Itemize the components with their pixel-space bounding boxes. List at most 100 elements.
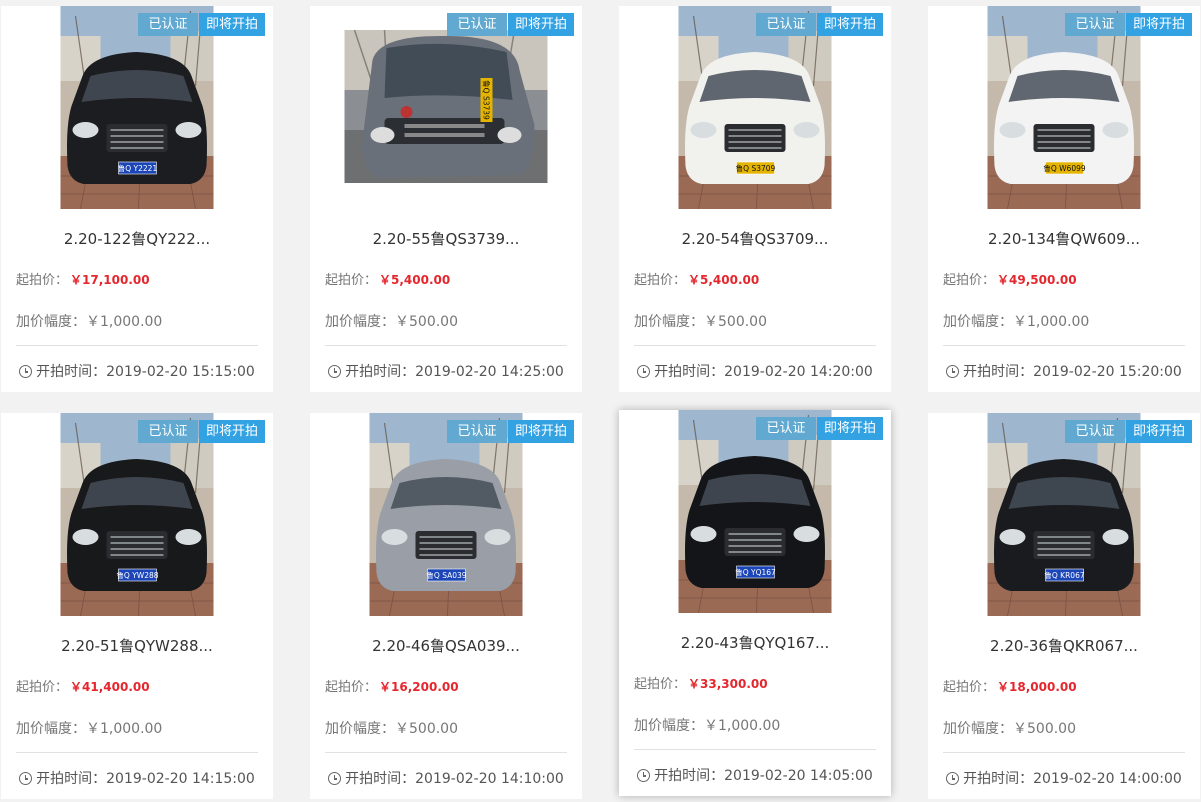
certified-badge: 已认证	[1064, 13, 1125, 36]
certified-badge: 已认证	[137, 420, 198, 443]
increment-label: 加价幅度：	[325, 721, 395, 737]
time-value: 2019-02-20 14:15:00	[106, 771, 255, 787]
start-price-label: 起拍价：	[634, 677, 687, 692]
time-value: 2019-02-20 14:25:00	[415, 364, 564, 380]
status-badge: 即将开拍	[198, 420, 265, 443]
start-price-row: 起拍价： ￥41,400.00	[16, 676, 150, 695]
certified-badge: 已认证	[137, 13, 198, 36]
time-label: 开拍时间：	[345, 364, 416, 380]
start-price-label: 起拍价：	[325, 273, 378, 288]
increment-label: 加价幅度：	[943, 721, 1013, 737]
listing-title[interactable]: 2.20-51鲁QYW288...	[1, 635, 273, 656]
time-value: 2019-02-20 15:15:00	[106, 364, 255, 380]
svg-text:鲁Q Y2221: 鲁Q Y2221	[118, 163, 158, 173]
start-price-row: 起拍价： ￥5,400.00	[325, 269, 450, 288]
time-label: 开拍时间：	[36, 364, 107, 380]
svg-text:鲁Q S3739: 鲁Q S3739	[482, 80, 492, 120]
time-value: 2019-02-20 14:00:00	[1033, 771, 1182, 787]
listing-title[interactable]: 2.20-36鲁QKR067...	[928, 635, 1200, 656]
start-price-row: 起拍价： ￥33,300.00	[634, 673, 768, 692]
start-price-value: ￥18,000.00	[997, 680, 1077, 694]
car-photo[interactable]: 鲁Q Y2221	[60, 6, 214, 209]
start-price-row: 起拍价： ￥17,100.00	[16, 269, 150, 288]
listing-title[interactable]: 2.20-46鲁QSA039...	[310, 635, 582, 656]
car-photo[interactable]: 鲁Q YW288	[60, 413, 214, 616]
listing-card[interactable]: 鲁Q KR067 已认证 即将开拍 2.20-36鲁QKR067... 起拍价：…	[928, 413, 1200, 799]
increment-row: 加价幅度：￥1,000.00	[634, 715, 780, 735]
time-value: 2019-02-20 14:05:00	[724, 768, 873, 784]
increment-value: ￥1,000.00	[86, 314, 163, 330]
status-badge: 即将开拍	[816, 13, 883, 36]
start-price-label: 起拍价：	[16, 680, 69, 695]
status-badge: 即将开拍	[507, 13, 574, 36]
listing-title[interactable]: 2.20-122鲁QY222...	[1, 228, 273, 249]
car-photo[interactable]: 鲁Q W6099	[987, 6, 1141, 209]
car-photo[interactable]: 鲁Q S3709	[678, 6, 832, 209]
time-label: 开拍时间：	[963, 771, 1034, 787]
auction-time-row: 开拍时间：2019-02-20 14:15:00	[1, 768, 273, 788]
increment-row: 加价幅度：￥500.00	[325, 311, 458, 331]
car-photo[interactable]: 鲁Q SA039	[369, 413, 523, 616]
time-label: 开拍时间：	[36, 771, 107, 787]
auction-time-row: 开拍时间：2019-02-20 14:25:00	[310, 361, 582, 381]
time-label: 开拍时间：	[654, 364, 725, 380]
divider	[943, 345, 1185, 346]
divider	[634, 345, 876, 346]
time-value: 2019-02-20 14:20:00	[724, 364, 873, 380]
start-price-value: ￥33,300.00	[688, 677, 768, 691]
increment-value: ￥1,000.00	[86, 721, 163, 737]
listing-title[interactable]: 2.20-43鲁QYQ167...	[619, 632, 891, 653]
listing-card[interactable]: 鲁Q YW288 已认证 即将开拍 2.20-51鲁QYW288... 起拍价：…	[1, 413, 273, 799]
listing-card[interactable]: 鲁Q Y2221 已认证 即将开拍 2.20-122鲁QY222... 起拍价：…	[1, 6, 273, 392]
increment-value: ￥1,000.00	[1013, 314, 1090, 330]
auction-time-row: 开拍时间：2019-02-20 15:15:00	[1, 361, 273, 381]
badge-group: 已认证 即将开拍	[755, 13, 883, 36]
listing-card[interactable]: 鲁Q SA039 已认证 即将开拍 2.20-46鲁QSA039... 起拍价：…	[310, 413, 582, 799]
listing-card[interactable]: 鲁Q S3709 已认证 即将开拍 2.20-54鲁QS3709... 起拍价：…	[619, 6, 891, 392]
increment-value: ￥500.00	[1013, 721, 1076, 737]
listing-title[interactable]: 2.20-134鲁QW609...	[928, 228, 1200, 249]
increment-value: ￥1,000.00	[704, 718, 781, 734]
clock-icon	[328, 772, 342, 785]
start-price-label: 起拍价：	[16, 273, 69, 288]
status-badge: 即将开拍	[1125, 420, 1192, 443]
car-photo[interactable]: 鲁Q YQ167	[678, 410, 832, 613]
listing-card[interactable]: 鲁Q YQ167 已认证 即将开拍 2.20-43鲁QYQ167... 起拍价：…	[619, 410, 891, 796]
start-price-value: ￥5,400.00	[379, 273, 451, 287]
svg-text:鲁Q YQ167: 鲁Q YQ167	[735, 567, 776, 577]
clock-icon	[946, 772, 960, 785]
clock-icon	[19, 772, 33, 785]
start-price-label: 起拍价：	[634, 273, 687, 288]
badge-group: 已认证 即将开拍	[1064, 420, 1192, 443]
auction-time-row: 开拍时间：2019-02-20 14:10:00	[310, 768, 582, 788]
divider	[943, 752, 1185, 753]
car-photo[interactable]: 鲁Q KR067	[987, 413, 1141, 616]
car-photo[interactable]: 鲁Q S3739	[344, 30, 548, 183]
listing-card[interactable]: 鲁Q S3739 已认证 即将开拍 2.20-55鲁QS3739... 起拍价：…	[310, 6, 582, 392]
start-price-row: 起拍价： ￥5,400.00	[634, 269, 759, 288]
increment-row: 加价幅度：￥1,000.00	[16, 311, 162, 331]
auction-time-row: 开拍时间：2019-02-20 15:20:00	[928, 361, 1200, 381]
time-label: 开拍时间：	[963, 364, 1034, 380]
clock-icon	[637, 365, 651, 378]
increment-row: 加价幅度：￥1,000.00	[16, 718, 162, 738]
start-price-value: ￥16,200.00	[379, 680, 459, 694]
certified-badge: 已认证	[446, 420, 507, 443]
divider	[16, 752, 258, 753]
start-price-row: 起拍价： ￥18,000.00	[943, 676, 1077, 695]
svg-text:鲁Q SA039: 鲁Q SA039	[426, 570, 466, 580]
badge-group: 已认证 即将开拍	[137, 420, 265, 443]
listing-card[interactable]: 鲁Q W6099 已认证 即将开拍 2.20-134鲁QW609... 起拍价：…	[928, 6, 1200, 392]
start-price-row: 起拍价： ￥49,500.00	[943, 269, 1077, 288]
divider	[325, 752, 567, 753]
auction-time-row: 开拍时间：2019-02-20 14:05:00	[619, 765, 891, 785]
listing-title[interactable]: 2.20-54鲁QS3709...	[619, 228, 891, 249]
listing-title[interactable]: 2.20-55鲁QS3739...	[310, 228, 582, 249]
clock-icon	[946, 365, 960, 378]
svg-text:鲁Q KR067: 鲁Q KR067	[1044, 570, 1084, 580]
increment-label: 加价幅度：	[325, 314, 395, 330]
certified-badge: 已认证	[755, 13, 816, 36]
badge-group: 已认证 即将开拍	[1064, 13, 1192, 36]
auction-time-row: 开拍时间：2019-02-20 14:20:00	[619, 361, 891, 381]
increment-row: 加价幅度：￥500.00	[943, 718, 1076, 738]
